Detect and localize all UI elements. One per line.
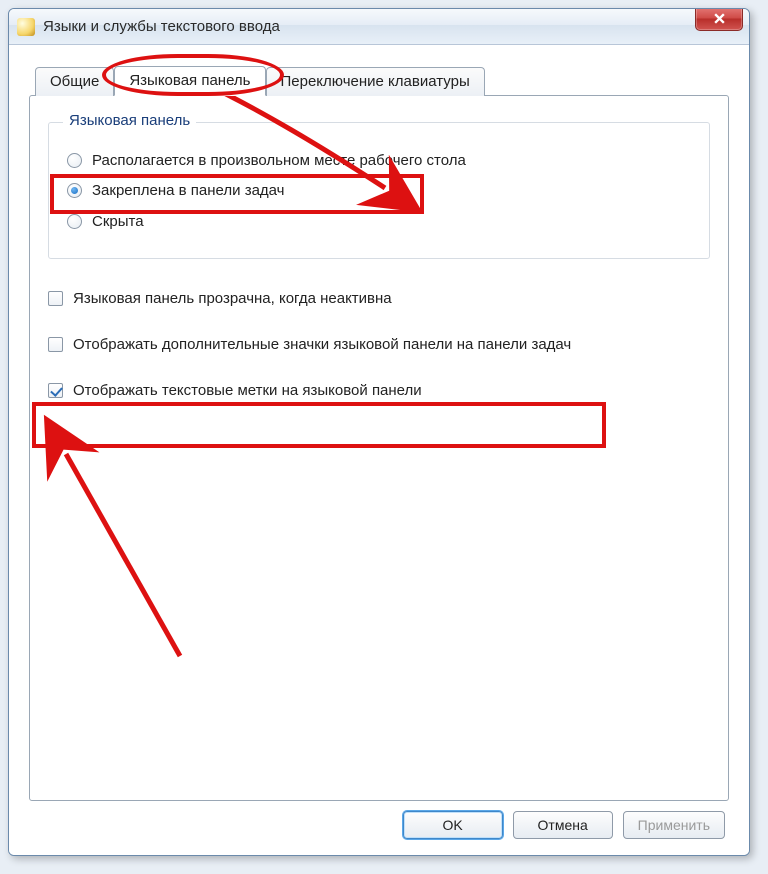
radio-icon [67,214,82,229]
radio-float-desktop[interactable]: Располагается в произвольном месте рабоч… [63,151,695,171]
checkbox-icon [48,291,63,306]
tab-label: Общие [50,73,99,90]
close-button[interactable] [695,8,743,31]
checkbox-icon [48,337,63,352]
radio-docked-taskbar[interactable]: Закреплена в панели задач [63,181,695,201]
window-title: Языки и службы текстового ввода [43,18,280,35]
annotation-box-checkbox [32,402,606,448]
titlebar: Языки и службы текстового ввода [9,9,749,45]
client-area: Общие Языковая панель Переключение клави… [9,45,749,855]
cancel-button[interactable]: Отмена [513,811,613,839]
tab-language-bar[interactable]: Языковая панель [114,66,265,96]
tab-panel: Языковая панель Располагается в произвол… [29,95,729,801]
button-label: Применить [638,817,710,833]
tab-general[interactable]: Общие [35,67,114,96]
checkbox-icon [48,383,63,398]
ok-button[interactable]: OK [403,811,503,839]
button-label: OK [443,817,463,833]
radio-icon [67,183,82,198]
radio-label: Располагается в произвольном месте рабоч… [92,151,466,171]
radio-label: Закреплена в панели задач [92,181,285,201]
tab-keyboard-switching[interactable]: Переключение клавиатуры [266,67,485,96]
dialog-buttons: OK Отмена Применить [29,801,729,841]
checkbox-label: Отображать дополнительные значки языково… [73,335,571,355]
radio-hidden[interactable]: Скрыта [63,212,695,232]
tab-label: Переключение клавиатуры [281,73,470,90]
checkbox-label: Отображать текстовые метки на языковой п… [73,381,422,401]
tabstrip: Общие Языковая панель Переключение клави… [35,65,729,95]
checkbox-extra-icons[interactable]: Отображать дополнительные значки языково… [48,335,710,355]
apply-button[interactable]: Применить [623,811,725,839]
radio-icon [67,153,82,168]
close-icon [713,12,726,25]
app-icon [17,18,35,36]
groupbox-language-bar: Языковая панель Располагается в произвол… [48,122,710,259]
groupbox-legend: Языковая панель [63,112,196,129]
checkbox-label: Языковая панель прозрачна, когда неактив… [73,289,392,309]
dialog-window: Языки и службы текстового ввода Общие Яз… [8,8,750,856]
checkbox-text-labels[interactable]: Отображать текстовые метки на языковой п… [48,381,710,401]
checkbox-transparent[interactable]: Языковая панель прозрачна, когда неактив… [48,289,710,309]
button-label: Отмена [538,817,588,833]
tab-label: Языковая панель [129,72,250,89]
radio-label: Скрыта [92,212,144,232]
